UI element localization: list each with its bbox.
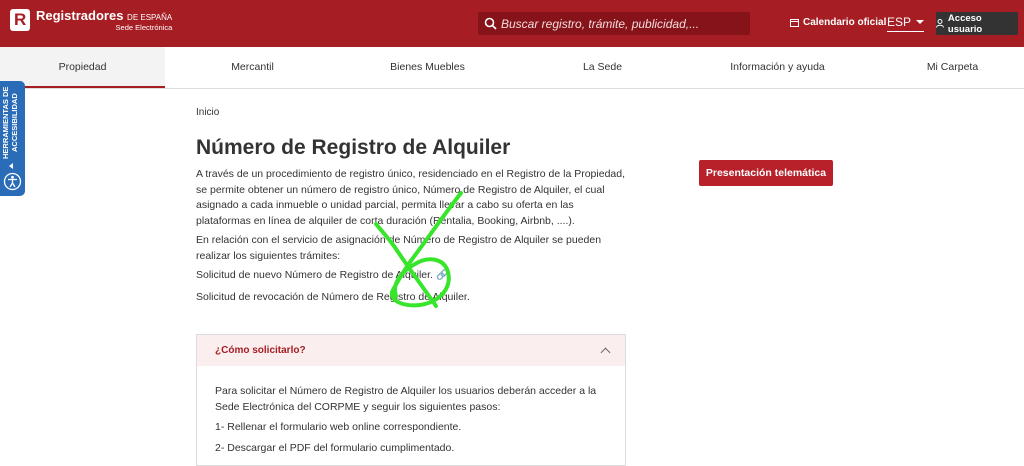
search-box[interactable] [478,12,750,35]
main-nav: Propiedad Mercantil Bienes Muebles La Se… [0,47,1024,89]
panel-text: Para solicitar el Número de Registro de … [215,385,597,413]
search-input[interactable] [501,16,741,31]
top-header: Registradores DE ESPAÑA Sede Electrónica… [0,0,1024,47]
calendar-icon [790,19,799,27]
telematic-submission-button[interactable]: Presentación telemática [699,160,833,186]
accessibility-tab[interactable]: HERRAMIENTAS DE ACCESIBILIDAD [0,81,25,196]
login-label: Acceso usuario [947,12,983,35]
nav-item-propiedad[interactable]: Propiedad [0,47,165,88]
logo-subtitle: Sede Electrónica [115,23,173,32]
arrow-left-icon [9,163,13,169]
accessibility-label: HERRAMIENTAS DE ACCESIBILIDAD [1,86,19,160]
panel-title: ¿Cómo solicitarlo? [215,345,306,356]
logo-title: Registradores DE ESPAÑA [36,8,173,23]
chevron-up-icon[interactable] [600,347,611,357]
panel-header[interactable]: ¿Cómo solicitarlo? [197,335,625,366]
search-icon [484,17,497,30]
logo-icon [10,9,30,32]
intro-text: A través de un procedimiento de registro… [196,168,626,227]
language-label: ESP [887,15,912,29]
accessibility-icon [3,172,22,191]
new-registration-link-row[interactable]: Solicitud de nuevo Número de Registro de… [196,268,628,284]
breadcrumb[interactable]: Inicio [196,107,219,118]
login-button[interactable]: Acceso usuario [936,12,1018,35]
nav-item-mi-carpeta[interactable]: Mi Carpeta [895,47,1010,88]
calendar-link[interactable]: Calendario oficial [790,17,886,28]
link-icon[interactable]: 🔗 [436,270,448,281]
nav-item-informacion-ayuda[interactable]: Información y ayuda [710,47,845,88]
user-icon [936,19,944,28]
caret-down-icon [916,20,925,24]
nav-item-mercantil[interactable]: Mercantil [195,47,310,88]
revoke-registration-link[interactable]: Solicitud de revocación de Número de Reg… [196,290,628,306]
nav-item-bienes-muebles[interactable]: Bienes Muebles [370,47,485,88]
nav-item-la-sede[interactable]: La Sede [545,47,660,88]
panel-step-2: 2- Descargar el PDF del formulario cumpl… [215,442,455,454]
page-title: Número de Registro de Alquiler [196,136,511,159]
language-selector[interactable]: ESP [887,15,925,32]
calendar-label: Calendario oficial [803,17,887,28]
services-text: En relación con el servicio de asignació… [196,234,602,262]
panel-step-1: 1- Rellenar el formulario web online cor… [215,421,462,433]
how-to-apply-panel: ¿Cómo solicitarlo? Para solicitar el Núm… [196,334,626,466]
new-registration-link[interactable]: Solicitud de nuevo Número de Registro de… [196,269,433,281]
site-logo[interactable]: Registradores DE ESPAÑA Sede Electrónica [10,9,172,32]
